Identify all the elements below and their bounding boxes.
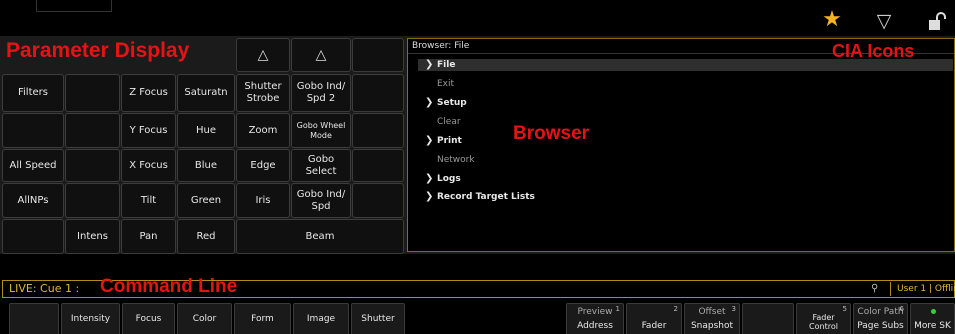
param-blank[interactable] [352,74,404,112]
user-status: User 1 | Offline [890,282,955,296]
param-blank[interactable] [65,149,120,182]
parameter-page-up-button[interactable]: △ [236,38,290,72]
softkey-fader-control[interactable]: 5 Fader Control [796,303,851,334]
softkey-blank[interactable] [9,303,59,334]
softkey-color[interactable]: Color [177,303,232,334]
category-red[interactable]: Red [177,219,235,254]
chevron-right-icon: ❯ [425,59,434,70]
category-intens[interactable]: Intens [65,219,120,254]
softkey-fader[interactable]: 2 Fader [626,303,682,334]
param-x-focus[interactable]: X Focus [121,149,176,182]
unlock-icon[interactable] [924,11,948,33]
softkey-more-softkeys[interactable]: More SK [910,303,955,334]
softkey-shutter[interactable]: Shutter [351,303,405,334]
softkey-bottom-label: Fader [641,321,667,331]
softkey-number: 6 [899,305,904,313]
param-green[interactable]: Green [177,183,235,218]
param-saturatn[interactable]: Saturatn [177,74,235,112]
param-blank[interactable] [65,74,120,112]
param-blank[interactable] [65,183,120,218]
param-gobo-wheel-mode[interactable]: Gobo Wheel Mode [291,113,351,148]
softkey-number: 3 [731,305,736,313]
overlay-command-line: Command Line [100,276,238,297]
browser-panel: Browser: File ❯ File Exit ❯ Setup Clear ❯ P… [407,38,955,252]
softkey-bottom-label: Fader Control [809,313,838,331]
param-blank[interactable] [352,149,404,182]
param-blank[interactable] [65,113,120,148]
param-iris[interactable]: Iris [236,183,290,218]
browser-item-label: Print [437,136,462,146]
status-led-icon [930,309,936,314]
browser-item-label: Record Target Lists [437,192,535,202]
overlay-cia-icons: CIA Icons [832,41,915,61]
browser-item-print[interactable]: ❯ Print [425,135,462,147]
param-tilt[interactable]: Tilt [121,183,176,218]
browser-item-clear[interactable]: Clear [437,116,461,128]
param-zoom[interactable]: Zoom [236,113,290,148]
top-tab[interactable] [36,0,112,12]
browser-item-setup[interactable]: ❯ Setup [425,97,467,109]
filter-triangle-icon[interactable]: ▽ [871,10,897,32]
browser-item-label: Logs [437,174,461,184]
param-blank[interactable] [352,113,404,148]
overlay-browser: Browser [513,123,590,144]
param-hue[interactable]: Hue [177,113,235,148]
chevron-right-icon: ❯ [425,191,434,202]
top-bar [0,0,955,36]
softkey-color-path-page-subs[interactable]: Color Path 6 Page Subs [853,303,908,334]
param-gobo-ind-spd-2[interactable]: Gobo Ind/ Spd 2 [291,74,351,112]
softkey-intensity[interactable]: Intensity [61,303,120,334]
param-blank[interactable] [352,183,404,218]
param-edge[interactable]: Edge [236,149,290,182]
param-filters[interactable]: Filters [2,74,64,112]
param-blue[interactable]: Blue [177,149,235,182]
param-z-focus[interactable]: Z Focus [121,74,176,112]
param-all-speed[interactable]: All Speed [2,149,64,182]
command-line-prompt: LIVE: Cue 1 : [9,282,80,295]
param-blank[interactable] [2,113,64,148]
softkey-offset-snapshot[interactable]: Offset 3 Snapshot [684,303,740,334]
param-gobo-ind-spd[interactable]: Gobo Ind/ Spd [291,183,351,218]
softkey-number: 1 [615,305,620,313]
search-icon[interactable]: ⚲ [871,282,878,296]
softkey-focus[interactable]: Focus [122,303,175,334]
parameter-scroll-up-button[interactable]: △ [291,38,351,72]
browser-item-label: Setup [437,98,467,108]
category-beam[interactable]: Beam [236,219,404,254]
param-gobo-select[interactable]: Gobo Select [291,149,351,182]
browser-item-exit[interactable]: Exit [437,78,454,90]
softkey-image[interactable]: Image [293,303,349,334]
param-shutter-strobe[interactable]: Shutter Strobe [236,74,290,112]
softkey-bottom-label: Page Subs [857,321,904,331]
chevron-right-icon: ❯ [425,135,434,146]
parameter-blank-button[interactable] [352,38,404,72]
softkey-bottom-label: More SK [914,321,951,331]
browser-item-network[interactable]: Network [437,154,475,166]
browser-item-logs[interactable]: ❯ Logs [425,173,461,185]
category-blank[interactable] [2,219,64,254]
softkey-form[interactable]: Form [234,303,291,334]
chevron-right-icon: ❯ [425,97,434,108]
softkey-bottom-label: Snapshot [690,321,734,331]
softkey-number: 5 [842,305,847,313]
overlay-parameter-display: Parameter Display [6,39,190,62]
softkey-bottom-label: Address [577,321,613,331]
chevron-right-icon: ❯ [425,173,434,184]
softkey-number: 2 [673,305,678,313]
param-allnps[interactable]: AllNPs [2,183,64,218]
category-pan[interactable]: Pan [121,219,176,254]
star-icon[interactable]: ★ [819,9,845,31]
param-y-focus[interactable]: Y Focus [121,113,176,148]
softkey-preview-address[interactable]: Preview 1 Address [566,303,624,334]
browser-item-label: File [437,60,456,70]
browser-item-record-target-lists[interactable]: ❯ Record Target Lists [425,191,535,203]
softkey-blank[interactable] [742,303,794,334]
